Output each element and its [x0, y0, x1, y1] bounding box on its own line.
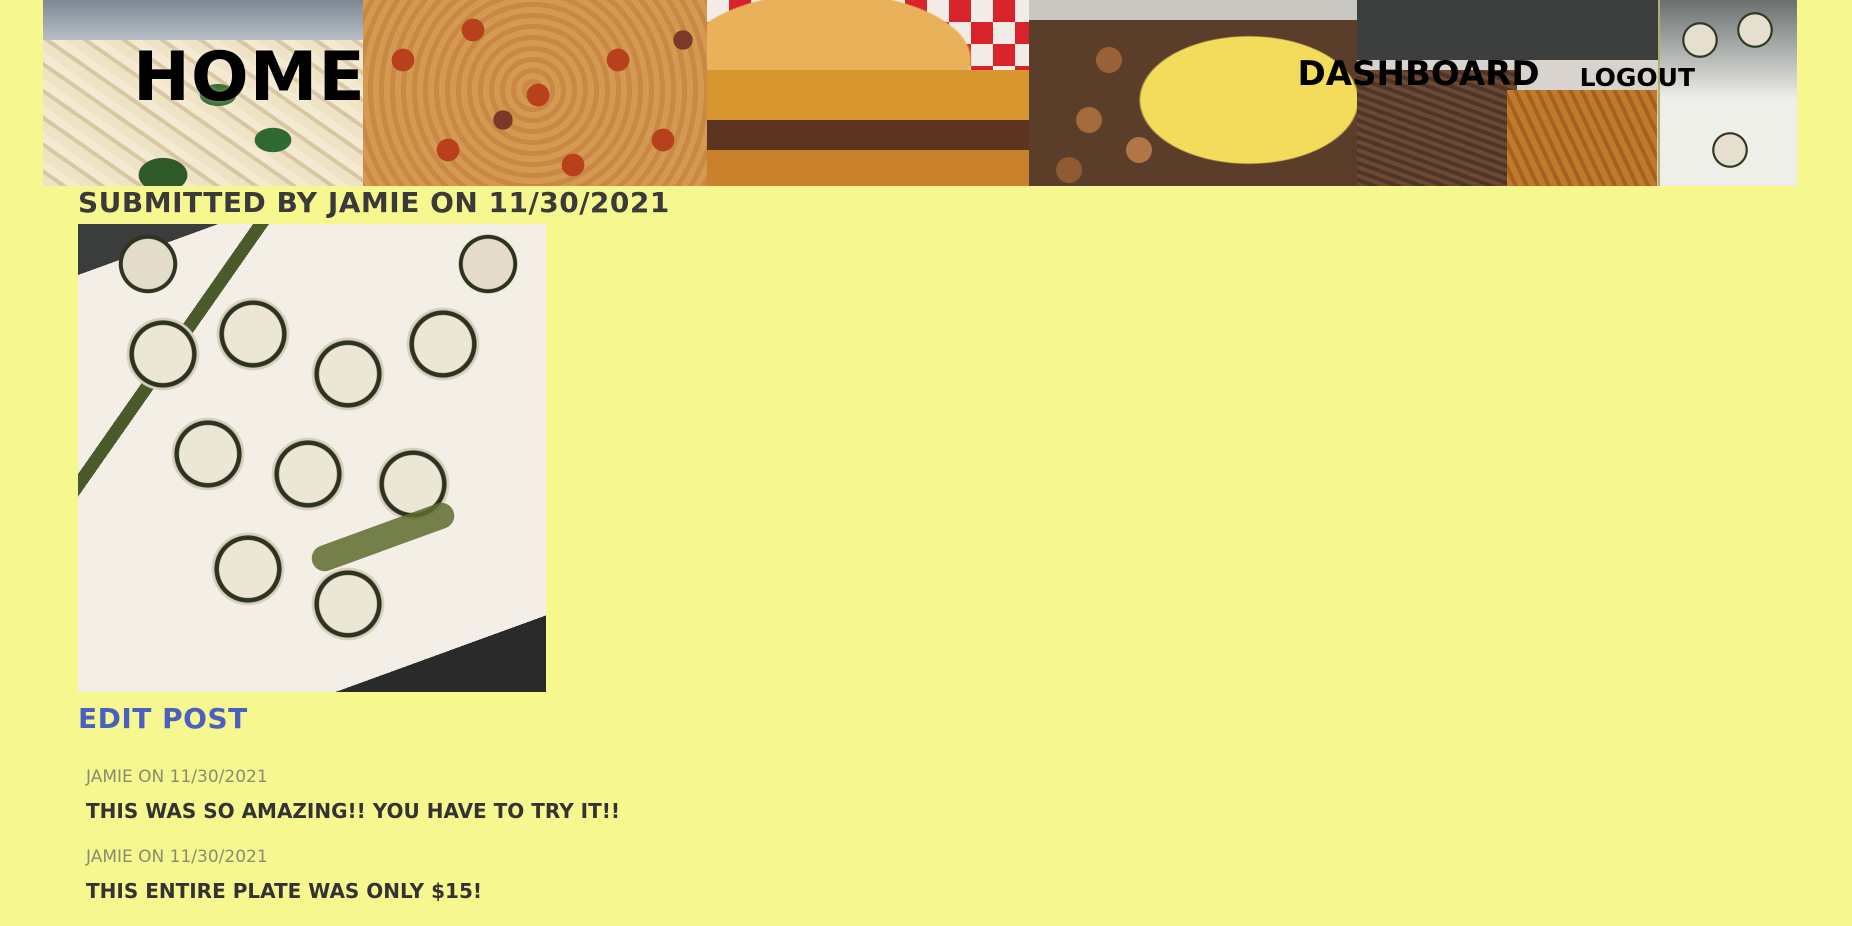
dashboard-link[interactable]: DASHBOARD [1297, 54, 1539, 94]
edit-post-link[interactable]: EDIT POST [78, 702, 248, 735]
logout-link[interactable]: LOGOUT [1580, 63, 1695, 92]
post-submitted-by: SUBMITTED BY JAMIE ON 11/30/2021 [78, 186, 670, 219]
burger-photo [707, 0, 1029, 186]
comments-list: JAMIE ON 11/30/2021 THIS WAS SO AMAZING!… [86, 766, 886, 926]
comment-meta: JAMIE ON 11/30/2021 [86, 767, 268, 787]
comment-item: JAMIE ON 11/30/2021 THIS WAS SO AMAZING!… [86, 766, 886, 824]
comment-item: JAMIE ON 11/30/2021 THIS ENTIRE PLATE WA… [86, 846, 886, 904]
comment-meta: JAMIE ON 11/30/2021 [86, 847, 268, 867]
comment-text: THIS ENTIRE PLATE WAS ONLY $15! [86, 879, 482, 903]
pizza-photo [362, 0, 708, 186]
comment-text: THIS WAS SO AMAZING!! YOU HAVE TO TRY IT… [86, 799, 620, 823]
header-banner: HOME DASHBOARD LOGOUT [43, 0, 1797, 186]
home-link[interactable]: HOME [133, 44, 366, 112]
post-image-sushi [78, 224, 546, 692]
top-nav: DASHBOARD LOGOUT [1297, 54, 1695, 94]
